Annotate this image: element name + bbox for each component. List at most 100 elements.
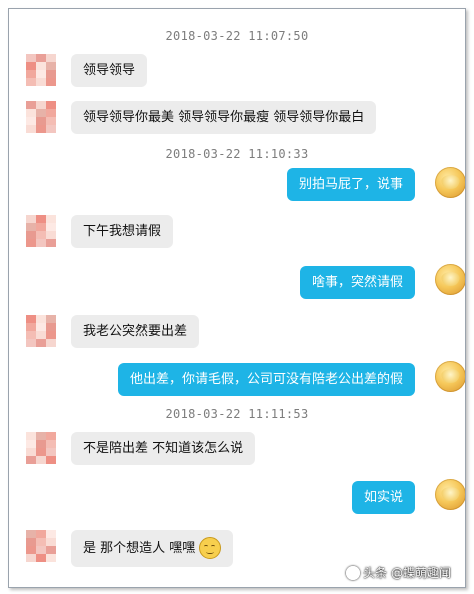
timestamp: 2018-03-22 11:10:33: [165, 147, 309, 161]
avatar-pixel: [36, 231, 46, 239]
avatar-pixel: [36, 70, 46, 78]
avatar-pixel: [26, 223, 36, 231]
watermark: 头条 @蝶萌趣闻: [346, 564, 451, 581]
message-text: 是 那个想造人 嘿嘿: [83, 541, 196, 556]
avatar-pixel: [36, 440, 46, 448]
avatar-pixel: [46, 54, 56, 62]
avatar-pixel: [26, 315, 36, 323]
avatar-pixel: [36, 538, 46, 546]
avatar-pixel: [46, 432, 56, 440]
avatar-pixel: [46, 538, 56, 546]
avatar-pixel: [26, 339, 36, 347]
avatar-pixel: [46, 109, 56, 117]
avatar-pixel: [46, 339, 56, 347]
avatar-pixel: [46, 62, 56, 70]
avatar-pixel: [26, 117, 36, 125]
smirk-emoji-icon: [199, 536, 222, 559]
avatar-pixel: [46, 554, 56, 562]
avatar-pixel: [46, 530, 56, 538]
avatar-pixel: [36, 554, 46, 562]
message-bubble-incoming: 我老公突然要出差: [71, 315, 200, 348]
avatar-pixel: [36, 101, 46, 109]
message-bubble-incoming: 是 那个想造人 嘿嘿: [71, 530, 234, 567]
message-bubble-incoming: 下午我想请假: [71, 215, 174, 248]
sender-avatar[interactable]: [26, 54, 56, 86]
avatar-pixel: [26, 101, 36, 109]
avatar-pixel: [36, 331, 46, 339]
avatar-pixel: [26, 546, 36, 554]
message-bubble-incoming: 领导领导你最美 领导领导你最瘦 领导领导你最白: [71, 101, 377, 134]
sender-avatar[interactable]: [26, 432, 56, 464]
avatar-pixel: [36, 546, 46, 554]
avatar-pixel: [26, 78, 36, 86]
avatar-pixel: [46, 440, 56, 448]
avatar-pixel: [46, 448, 56, 456]
avatar-pixel: [36, 530, 46, 538]
avatar-pixel: [26, 231, 36, 239]
avatar-pixel: [46, 315, 56, 323]
avatar-pixel: [46, 223, 56, 231]
avatar-pixel: [46, 546, 56, 554]
avatar-pixel: [46, 239, 56, 247]
avatar-pixel: [36, 215, 46, 223]
message-bubble-outgoing: 如实说: [351, 481, 415, 514]
avatar-pixel: [36, 432, 46, 440]
avatar-pixel: [26, 215, 36, 223]
message-bubble-incoming: 领导领导: [71, 54, 148, 87]
avatar-pixel: [26, 239, 36, 247]
message-bubble-outgoing: 别拍马屁了，说事: [286, 168, 415, 201]
avatar-pixel: [26, 530, 36, 538]
message-bubble-outgoing: 啥事，突然请假: [299, 266, 415, 299]
avatar-pixel: [36, 54, 46, 62]
avatar-pixel: [36, 62, 46, 70]
avatar-pixel: [26, 538, 36, 546]
avatar-pixel: [46, 78, 56, 86]
avatar-pixel: [26, 70, 36, 78]
avatar-pixel: [26, 54, 36, 62]
avatar-pixel: [36, 339, 46, 347]
sender-avatar[interactable]: [26, 530, 56, 562]
sender-avatar[interactable]: [26, 315, 56, 347]
avatar-pixel: [36, 315, 46, 323]
toutiao-logo-icon: [346, 565, 361, 580]
avatar-pixel: [26, 448, 36, 456]
avatar-pixel: [36, 78, 46, 86]
avatar-pixel: [26, 331, 36, 339]
avatar-pixel: [26, 432, 36, 440]
avatar-pixel: [26, 456, 36, 464]
avatar-pixel: [36, 239, 46, 247]
user-avatar[interactable]: [435, 264, 465, 295]
avatar-pixel: [26, 554, 36, 562]
avatar-pixel: [46, 231, 56, 239]
message-bubble-incoming: 不是陪出差 不知道该怎么说: [71, 432, 256, 465]
avatar-pixel: [46, 101, 56, 109]
user-avatar[interactable]: [435, 361, 465, 392]
avatar-pixel: [46, 331, 56, 339]
sender-avatar[interactable]: [26, 101, 56, 133]
timestamp: 2018-03-22 11:07:50: [165, 29, 309, 43]
sender-avatar[interactable]: [26, 215, 56, 247]
user-avatar[interactable]: [435, 479, 465, 510]
avatar-pixel: [46, 117, 56, 125]
avatar-pixel: [36, 109, 46, 117]
avatar-pixel: [26, 323, 36, 331]
avatar-pixel: [26, 125, 36, 133]
avatar-pixel: [36, 117, 46, 125]
avatar-pixel: [26, 440, 36, 448]
avatar-pixel: [46, 70, 56, 78]
avatar-pixel: [26, 109, 36, 117]
message-bubble-outgoing: 他出差，你请毛假，公司可没有陪老公出差的假: [117, 363, 415, 396]
avatar-pixel: [36, 125, 46, 133]
avatar-pixel: [46, 215, 56, 223]
avatar-pixel: [36, 456, 46, 464]
chat-screenshot-frame: 2018-03-22 11:07:50 领导领导 领导领导你最美 领导领导你最瘦…: [8, 8, 466, 588]
avatar-pixel: [26, 62, 36, 70]
timestamp: 2018-03-22 11:11:53: [165, 407, 309, 421]
avatar-pixel: [46, 456, 56, 464]
avatar-pixel: [36, 448, 46, 456]
avatar-pixel: [46, 125, 56, 133]
watermark-text: 头条 @蝶萌趣闻: [363, 566, 451, 580]
avatar-pixel: [36, 223, 46, 231]
user-avatar[interactable]: [435, 167, 465, 198]
avatar-pixel: [36, 323, 46, 331]
